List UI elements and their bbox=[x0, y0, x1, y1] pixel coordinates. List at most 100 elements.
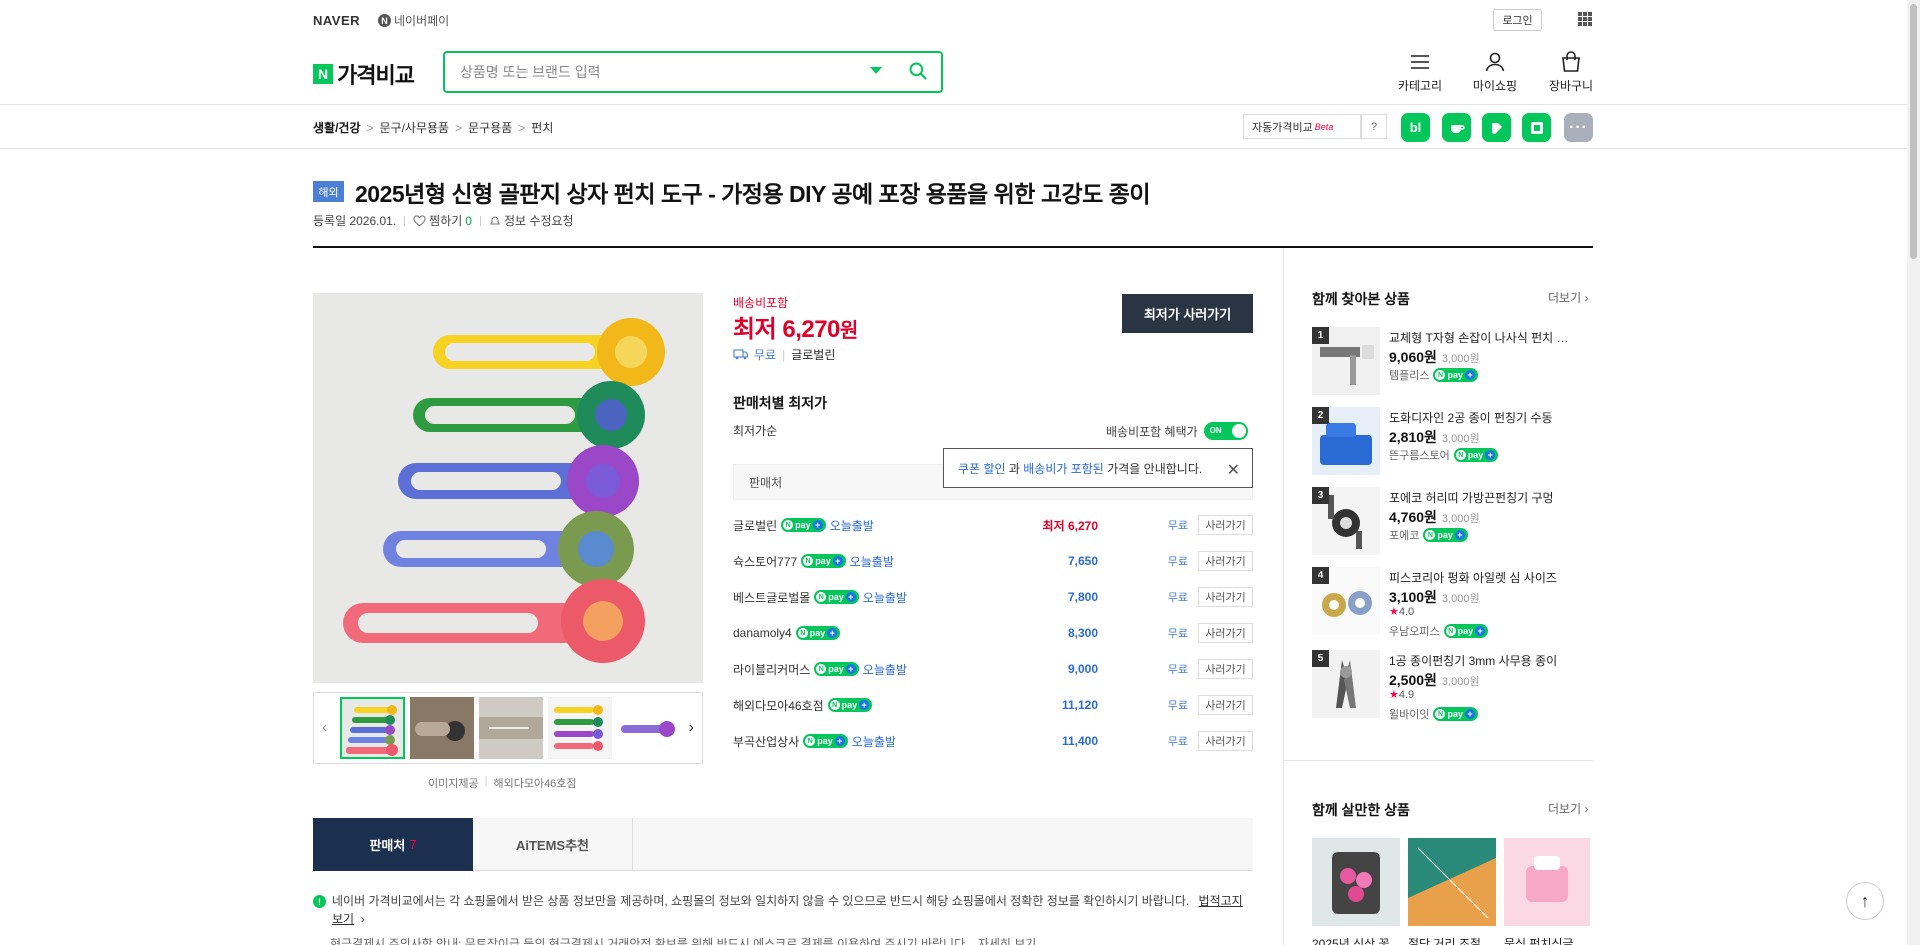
breadcrumb-item[interactable]: 펀치 bbox=[531, 119, 553, 136]
item-shop[interactable]: 포에코 bbox=[1389, 527, 1419, 543]
login-button[interactable]: 로그인 bbox=[1493, 9, 1542, 31]
seller-row[interactable]: 슉스토어777 Npay + 오늘출발 7,650 무료 사러가기 bbox=[733, 543, 1253, 579]
breadcrumb-item[interactable]: 문구/사무용품 bbox=[380, 119, 450, 136]
product-main-image[interactable] bbox=[313, 293, 703, 683]
seller-price[interactable]: 11,400 bbox=[1062, 734, 1098, 748]
seller-price[interactable]: 11,120 bbox=[1062, 698, 1098, 712]
item-shop[interactable]: 윌바이잇 bbox=[1389, 706, 1429, 722]
buytogether-caption[interactable]: 묶식 펀치싱글 bbox=[1504, 935, 1590, 945]
myshopping-button[interactable]: 마이쇼핑 bbox=[1460, 50, 1530, 94]
together-item[interactable]: 3 포에코 허리띠 가방끈펀칭기 구멍 4,760원 3,000원 포에코 Npay… bbox=[1312, 487, 1582, 557]
seller-row[interactable]: danamoly4 Npay + 8,300 무료 사러가기 bbox=[733, 615, 1253, 651]
breadcrumb-item[interactable]: 생활/건강 bbox=[313, 119, 361, 136]
ship-benefit-toggle[interactable]: 배송비포함 혜택가 ON bbox=[1106, 422, 1248, 440]
buytogether-thumbnail[interactable] bbox=[1408, 838, 1496, 926]
search-icon[interactable] bbox=[908, 61, 928, 81]
seller-row[interactable]: 부곡산업상사 Npay + 오늘출발 11,400 무료 사러가기 bbox=[733, 723, 1253, 759]
seller-row[interactable]: 라이블리커머스 Npay + 오늘출발 9,000 무료 사러가기 bbox=[733, 651, 1253, 687]
together-item[interactable]: 4 피스코리아 펑화 아일렛 심 사이즈 3,100원 3,000원 ★4.0 우… bbox=[1312, 567, 1582, 639]
cafe-share-icon[interactable] bbox=[1442, 113, 1471, 142]
buytogether-caption[interactable]: 절단 거리 조절 bbox=[1408, 935, 1496, 945]
buy-button[interactable]: 사러가기 bbox=[1198, 623, 1253, 643]
item-shop[interactable]: 뜬구름스토어 bbox=[1389, 447, 1450, 463]
page-scrollbar[interactable] bbox=[1907, 0, 1920, 945]
payment-detail-link[interactable]: 자세히 보기 bbox=[978, 937, 1037, 945]
buytogether-more-link[interactable]: 더보기 › bbox=[1548, 800, 1588, 817]
price-compare-logo[interactable]: N 가격비교 bbox=[313, 58, 415, 90]
search-input[interactable] bbox=[460, 64, 860, 80]
buy-button[interactable]: 사러가기 bbox=[1198, 695, 1253, 715]
category-button[interactable]: 카테고리 bbox=[1385, 50, 1455, 94]
help-button[interactable]: ? bbox=[1361, 114, 1387, 139]
together-more-link[interactable]: 더보기 › bbox=[1548, 289, 1588, 306]
together-title: 함께 찾아본 상품 bbox=[1312, 291, 1410, 307]
seller-price[interactable]: 8,300 bbox=[1068, 626, 1098, 640]
thumbnail[interactable] bbox=[409, 697, 474, 759]
npay-label: 네이버페이 bbox=[394, 14, 450, 28]
search-dropdown-icon[interactable] bbox=[870, 67, 882, 74]
auto-compare-button[interactable]: 자동가격비교 Beta bbox=[1243, 114, 1361, 139]
seller-name[interactable]: 베스트글로벌몰 bbox=[733, 589, 810, 606]
item-name[interactable]: 포에코 허리띠 가방끈펀칭기 구멍 bbox=[1389, 489, 1569, 506]
item-name[interactable]: 도화디자인 2공 종이 펀칭기 수동 bbox=[1389, 409, 1569, 426]
item-name[interactable]: 교체형 T자형 손잡이 나사식 펀치 도구 bbox=[1389, 329, 1569, 346]
tab-sellers[interactable]: 판매처 7 bbox=[313, 818, 473, 871]
tab-aitems[interactable]: AiTEMS추천 bbox=[473, 818, 633, 871]
seller-shipping: 무료 bbox=[1167, 700, 1188, 712]
seller-row[interactable]: 베스트글로벌몰 Npay + 오늘출발 7,800 무료 사러가기 bbox=[733, 579, 1253, 615]
wish-button[interactable]: 찜하기 0 bbox=[413, 212, 472, 229]
together-item[interactable]: 5 1공 종이펀칭기 3mm 사무용 종이 2,500원 3,000원 ★4.9 … bbox=[1312, 650, 1582, 722]
close-icon[interactable]: ✕ bbox=[1227, 460, 1240, 480]
toggle-switch[interactable]: ON bbox=[1203, 422, 1248, 440]
buytogether-thumbnail[interactable] bbox=[1312, 838, 1400, 926]
best-seller-name[interactable]: 글로벌린 bbox=[791, 346, 835, 363]
seller-row[interactable]: 해외다모아46호점 Npay + 11,120 무료 사러가기 bbox=[733, 687, 1253, 723]
item-shop[interactable]: 우남오피스 bbox=[1389, 623, 1440, 639]
seller-price[interactable]: 7,800 bbox=[1068, 590, 1098, 604]
more-share-icon[interactable]: ··· bbox=[1564, 113, 1593, 142]
buy-button[interactable]: 사러가기 bbox=[1198, 587, 1253, 607]
seller-price[interactable]: 7,650 bbox=[1068, 554, 1098, 568]
myshopping-label: 마이쇼핑 bbox=[1472, 79, 1518, 93]
together-item[interactable]: 1 교체형 T자형 손잡이 나사식 펀치 도구 9,060원 3,000원 템플리… bbox=[1312, 327, 1582, 397]
post-share-icon[interactable] bbox=[1482, 113, 1511, 142]
apps-grid-icon[interactable] bbox=[1578, 12, 1592, 26]
together-item[interactable]: 2 도화디자인 2공 종이 펀칭기 수동 2,810원 3,000원 뜬구름스토어… bbox=[1312, 407, 1582, 477]
npay-link[interactable]: N 네이버페이 bbox=[378, 12, 449, 29]
buytogether-caption[interactable]: 2025년 신상 꽃 bbox=[1312, 935, 1400, 945]
thumb-prev-icon[interactable]: ‹ bbox=[314, 692, 335, 764]
sort-lowest[interactable]: 최저가순 bbox=[733, 422, 777, 439]
seller-row[interactable]: 글로벌린 Npay + 오늘출발 최저 6,270 무료 사러가기 bbox=[733, 507, 1253, 543]
seller-name[interactable]: 부곡산업상사 bbox=[733, 733, 799, 750]
buy-button[interactable]: 사러가기 bbox=[1198, 731, 1253, 751]
seller-name[interactable]: 글로벌린 bbox=[733, 517, 777, 534]
buy-lowest-button[interactable]: 최저가 사러가기 bbox=[1122, 294, 1253, 333]
band-share-icon[interactable] bbox=[1522, 113, 1551, 142]
seller-name[interactable]: 해외다모아46호점 bbox=[733, 697, 824, 714]
breadcrumb-item[interactable]: 문구용품 bbox=[468, 119, 512, 136]
thumbnail[interactable] bbox=[478, 697, 543, 759]
item-shop[interactable]: 템플리스 bbox=[1389, 367, 1429, 383]
naver-logo[interactable]: NAVER bbox=[313, 13, 360, 28]
seller-name[interactable]: danamoly4 bbox=[733, 626, 792, 640]
chevron-right-icon[interactable]: › bbox=[357, 912, 365, 926]
buy-button[interactable]: 사러가기 bbox=[1198, 659, 1253, 679]
seller-price[interactable]: 9,000 bbox=[1068, 662, 1098, 676]
thumb-next-icon[interactable]: › bbox=[681, 692, 702, 764]
buytogether-thumbnail[interactable] bbox=[1504, 838, 1590, 926]
cart-button[interactable]: 장바구니 bbox=[1536, 50, 1606, 94]
seller-name[interactable]: 라이블리커머스 bbox=[733, 661, 810, 678]
item-name[interactable]: 1공 종이펀칭기 3mm 사무용 종이 bbox=[1389, 652, 1569, 669]
today-ship: 오늘출발 bbox=[851, 734, 896, 749]
buy-button[interactable]: 사러가기 bbox=[1198, 515, 1253, 535]
seller-price[interactable]: 최저 6,270 bbox=[1043, 517, 1098, 534]
thumbnail[interactable] bbox=[547, 697, 612, 759]
thumbnail[interactable] bbox=[616, 697, 681, 759]
scroll-top-button[interactable]: ↑ bbox=[1846, 882, 1884, 920]
buy-button[interactable]: 사러가기 bbox=[1198, 551, 1253, 571]
thumbnail[interactable] bbox=[340, 697, 405, 759]
item-name[interactable]: 피스코리아 펑화 아일렛 심 사이즈 bbox=[1389, 569, 1569, 586]
blog-share-icon[interactable]: bl bbox=[1401, 113, 1430, 142]
report-button[interactable]: 정보 수정요청 bbox=[489, 212, 574, 229]
seller-name[interactable]: 슉스토어777 bbox=[733, 553, 797, 570]
